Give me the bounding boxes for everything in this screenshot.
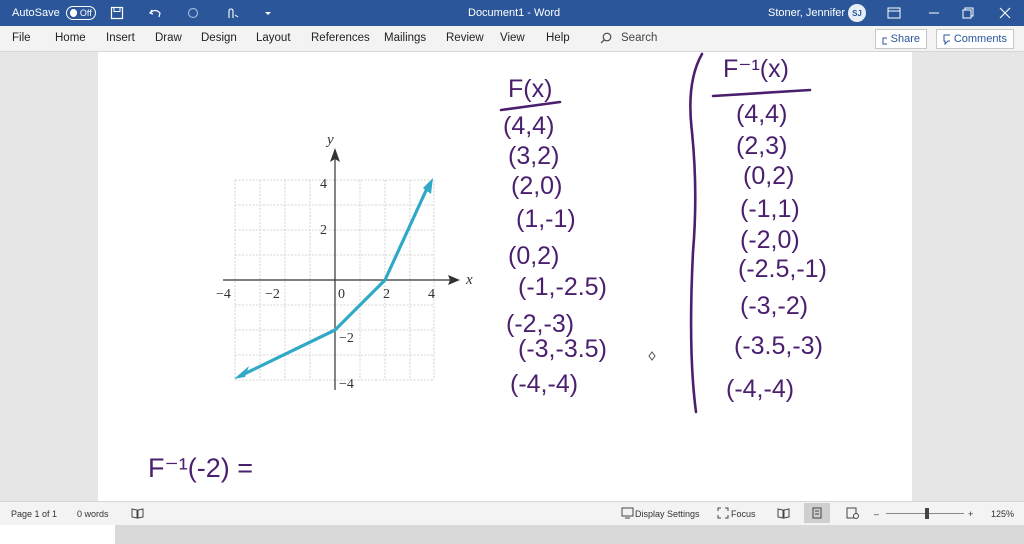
print-layout-icon[interactable]: [804, 503, 830, 523]
f-point: (-4,-4): [510, 370, 578, 398]
finverse-point: (-2.5,-1): [738, 255, 827, 283]
avatar[interactable]: SJ: [848, 4, 866, 22]
save-icon[interactable]: [110, 0, 124, 26]
restore-icon[interactable]: [962, 0, 974, 26]
status-bar: Page 1 of 1 0 words Display Settings Foc…: [0, 501, 1024, 525]
comments-button[interactable]: Comments: [936, 29, 1014, 49]
tab-draw[interactable]: Draw: [155, 32, 182, 44]
finverse-point: (2,3): [736, 132, 787, 160]
share-label: Share: [890, 33, 920, 45]
undo-icon[interactable]: [148, 0, 162, 26]
document-title: Document1 - Word: [468, 7, 561, 19]
touch-mode-icon[interactable]: [224, 0, 240, 26]
customize-qat-icon[interactable]: [263, 0, 273, 26]
x-tick-label: −4: [216, 287, 231, 302]
tab-home[interactable]: Home: [55, 32, 86, 44]
tab-mailings[interactable]: Mailings: [384, 32, 426, 44]
f-point: (2,0): [511, 172, 562, 200]
ribbon-display-icon[interactable]: [887, 0, 901, 26]
f-point: (3,2): [508, 142, 559, 170]
finverse-point: (4,4): [736, 100, 787, 128]
zoom-in-icon[interactable]: +: [968, 509, 973, 519]
y-axis-label: y: [325, 132, 334, 148]
search-box[interactable]: Search: [621, 32, 657, 44]
x-axis-label: x: [465, 272, 473, 288]
x-tick-label: −2: [265, 287, 280, 302]
display-settings-icon[interactable]: [621, 507, 634, 521]
share-button[interactable]: Share: [875, 29, 927, 49]
zoom-out-icon[interactable]: –: [874, 509, 879, 519]
tab-help[interactable]: Help: [546, 32, 570, 44]
finverse-point: (-1,1): [740, 195, 800, 223]
minimize-icon[interactable]: [928, 0, 940, 26]
word-count[interactable]: 0 words: [77, 509, 109, 519]
autosave[interactable]: AutoSave Off: [12, 0, 96, 26]
finverse-point: (-2,0): [740, 226, 800, 254]
bracket-stroke: [689, 52, 704, 414]
tab-references[interactable]: References: [311, 32, 370, 44]
user-name[interactable]: Stoner, Jennifer L: [768, 0, 854, 26]
y-tick-label: −4: [339, 377, 354, 392]
finverse-point: (-4,-4): [726, 375, 794, 403]
graph-axes: [223, 152, 454, 390]
f-point: (0,2): [508, 242, 559, 270]
y-tick-label: 2: [320, 223, 327, 238]
finverse-point: (-3,-2): [740, 292, 808, 320]
tab-view[interactable]: View: [500, 32, 525, 44]
zoom-slider-thumb[interactable]: [925, 508, 929, 519]
f-point: (1,-1): [516, 205, 576, 233]
x-tick-label: 2: [383, 287, 390, 302]
f-header: F(x): [508, 75, 552, 103]
ribbon-tabs: File Home Insert Draw Design Layout Refe…: [0, 26, 1024, 52]
close-icon[interactable]: [999, 0, 1011, 26]
focus-icon[interactable]: [717, 507, 729, 521]
document-area[interactable]: x y −4 −2 0 2 4 4 2 −2 −4 F(x) (4,4) (3,…: [0, 52, 1024, 501]
finverse-header: F⁻¹(x): [723, 55, 789, 83]
x-tick-label: 0: [338, 287, 345, 302]
handwritten-question: F⁻¹(-2) =: [148, 453, 253, 483]
tab-layout[interactable]: Layout: [256, 32, 291, 44]
comment-icon: [943, 34, 950, 45]
taskbar-strip: [0, 525, 1024, 544]
autosave-state: Off: [79, 8, 92, 18]
finverse-point: (0,2): [743, 162, 794, 190]
redo-icon[interactable]: [186, 0, 200, 26]
f-point: (4,4): [503, 112, 554, 140]
tab-file[interactable]: File: [12, 32, 31, 44]
document-page[interactable]: x y −4 −2 0 2 4 4 2 −2 −4 F(x) (4,4) (3,…: [98, 52, 912, 501]
focus-button[interactable]: Focus: [731, 509, 756, 519]
share-icon: [882, 37, 887, 44]
proofing-icon[interactable]: [131, 507, 144, 521]
y-tick-label: 4: [320, 177, 327, 192]
f-point: (-1,-2.5): [518, 273, 607, 301]
cursor-mark-icon: [648, 351, 656, 361]
autosave-toggle[interactable]: Off: [65, 6, 96, 20]
tab-insert[interactable]: Insert: [106, 32, 135, 44]
page-count[interactable]: Page 1 of 1: [11, 509, 57, 519]
finverse-header-underline: [711, 88, 812, 98]
x-tick-label: 4: [428, 287, 435, 302]
f-header-underline: [499, 100, 562, 112]
handwritten-finverse-table: F⁻¹(x) (4,4) (2,3) (0,2) (-1,1) (-2,0) (…: [711, 55, 827, 403]
tab-review[interactable]: Review: [446, 32, 484, 44]
zoom-level[interactable]: 125%: [991, 509, 1014, 519]
web-layout-icon[interactable]: [846, 507, 859, 521]
finverse-point: (-3.5,-3): [734, 332, 823, 360]
f-point: (-2,-3): [506, 310, 574, 338]
search-icon[interactable]: [600, 32, 612, 47]
graph-figure[interactable]: x y −4 −2 0 2 4 4 2 −2 −4: [216, 132, 473, 392]
y-tick-label: −2: [339, 331, 354, 346]
read-mode-icon[interactable]: [777, 507, 790, 521]
autosave-label: AutoSave: [12, 7, 60, 19]
f-point: (-3,-3.5): [518, 335, 607, 363]
handwritten-f-table: F(x) (4,4) (3,2) (2,0) (1,-1) (0,2) (-1,…: [499, 75, 607, 398]
display-settings-button[interactable]: Display Settings: [635, 509, 700, 519]
title-bar: AutoSave Off Document1 - Word Stoner, Je…: [0, 0, 1024, 26]
comments-label: Comments: [953, 33, 1007, 45]
tab-design[interactable]: Design: [201, 32, 237, 44]
taskbar-segment: [0, 525, 115, 544]
